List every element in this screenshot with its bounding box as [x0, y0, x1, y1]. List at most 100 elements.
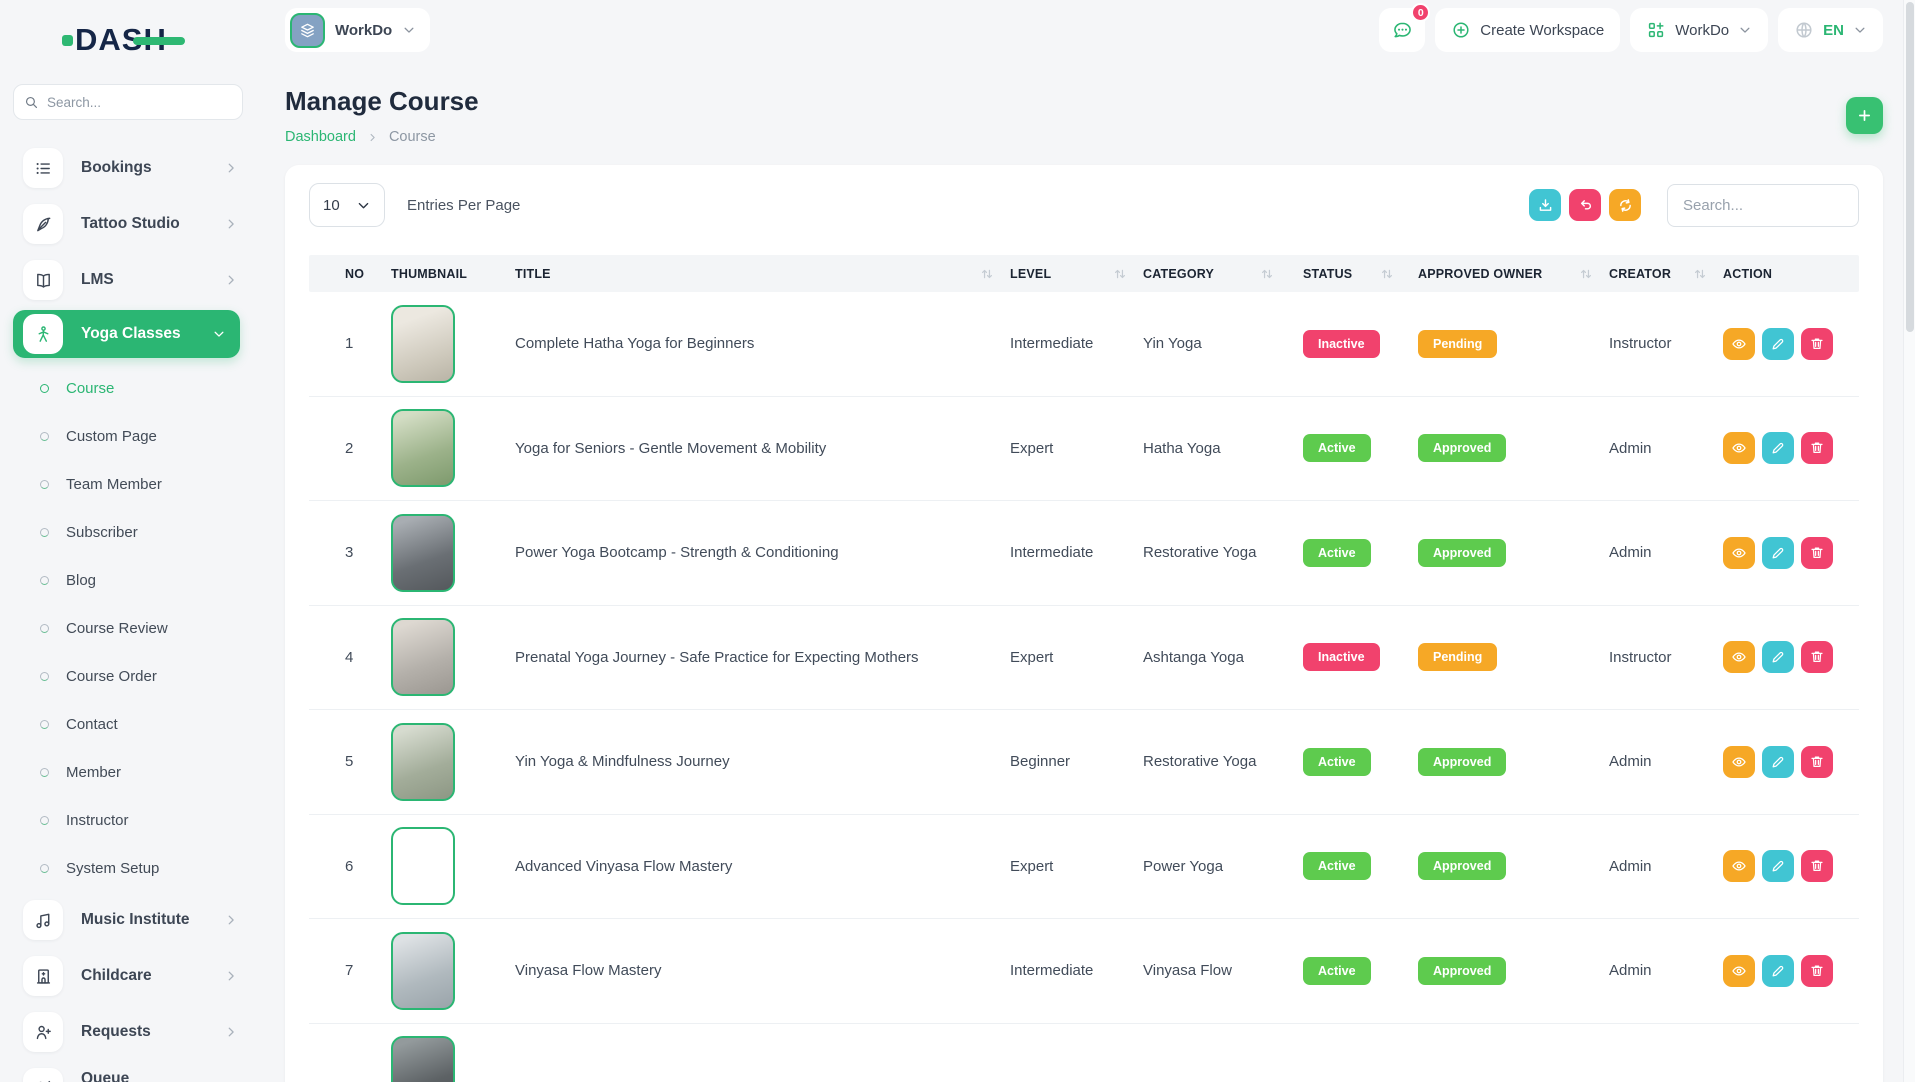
sort-icon[interactable]	[1380, 267, 1394, 281]
column-header-category[interactable]: CATEGORY	[1143, 267, 1290, 281]
sidebar-subitem-custom-page[interactable]: Custom Page	[0, 412, 256, 460]
course-level: Expert	[1010, 649, 1143, 666]
course-thumbnail[interactable]	[391, 723, 455, 801]
course-thumbnail[interactable]	[391, 827, 455, 905]
table-row: 6 Advanced Vinyasa Flow Mastery Expert P…	[309, 815, 1859, 920]
create-workspace-button[interactable]: Create Workspace	[1435, 8, 1620, 52]
delete-button[interactable]	[1801, 641, 1833, 673]
course-thumbnail[interactable]	[391, 1036, 455, 1082]
logo-dash	[133, 37, 185, 45]
course-thumbnail[interactable]	[391, 618, 455, 696]
edit-button[interactable]	[1762, 641, 1794, 673]
bullet-icon	[40, 480, 49, 489]
table-search-input[interactable]	[1667, 184, 1859, 227]
row-number: 1	[309, 335, 391, 352]
pencil-icon	[1770, 545, 1786, 561]
bullet-icon	[40, 384, 49, 393]
course-title: Vinyasa Flow Mastery	[515, 962, 1010, 979]
refresh-icon	[1617, 197, 1634, 214]
edit-button[interactable]	[1762, 746, 1794, 778]
reset-button[interactable]	[1569, 189, 1601, 221]
column-header-thumbnail[interactable]: THUMBNAIL	[391, 267, 515, 281]
column-header-status[interactable]: STATUS	[1290, 267, 1410, 281]
view-button[interactable]	[1723, 746, 1755, 778]
logo-dot	[62, 35, 73, 46]
sidebar-subitem-system-setup[interactable]: System Setup	[0, 844, 256, 892]
sidebar-subitem-subscriber[interactable]: Subscriber	[0, 508, 256, 556]
page-scrollbar[interactable]	[1903, 0, 1915, 1082]
view-button[interactable]	[1723, 432, 1755, 464]
edit-button[interactable]	[1762, 955, 1794, 987]
sidebar-search-input[interactable]	[47, 95, 232, 110]
sidebar-item-tattoo-studio[interactable]: Tattoo Studio	[0, 196, 256, 252]
edit-button[interactable]	[1762, 328, 1794, 360]
sort-icon[interactable]	[1260, 267, 1274, 281]
add-course-button[interactable]	[1846, 97, 1883, 134]
status-badge: Active	[1303, 434, 1371, 462]
scrollbar-thumb[interactable]	[1906, 2, 1914, 332]
sidebar-item-childcare[interactable]: Childcare	[0, 948, 256, 1004]
workspace-selector[interactable]: WorkDo	[285, 8, 430, 52]
brand-logo[interactable]: DASH	[62, 22, 167, 58]
column-header-level[interactable]: LEVEL	[1010, 267, 1143, 281]
course-category: Restorative Yoga	[1143, 753, 1290, 770]
sidebar-item-bookings[interactable]: Bookings	[0, 140, 256, 196]
sidebar-item-requests[interactable]: Requests	[0, 1004, 256, 1060]
sort-icon[interactable]	[1113, 267, 1127, 281]
delete-button[interactable]	[1801, 746, 1833, 778]
course-thumbnail[interactable]	[391, 305, 455, 383]
sidebar-subitem-course-review[interactable]: Course Review	[0, 604, 256, 652]
view-button[interactable]	[1723, 850, 1755, 882]
chevron-right-icon	[224, 217, 238, 231]
sort-icon[interactable]	[980, 267, 994, 281]
breadcrumb-dashboard-link[interactable]: Dashboard	[285, 129, 356, 145]
chevron-right-icon	[224, 913, 238, 927]
course-thumbnail[interactable]	[391, 514, 455, 592]
page-title: Manage Course	[285, 86, 479, 117]
edit-button[interactable]	[1762, 537, 1794, 569]
column-header-approved-owner[interactable]: APPROVED OWNER	[1410, 267, 1609, 281]
course-thumbnail[interactable]	[391, 409, 455, 487]
sidebar-menu: Bookings Tattoo Studio LMS Yoga Classes …	[0, 140, 256, 1082]
sidebar-item-lms[interactable]: LMS	[0, 252, 256, 308]
workdo-apps-button[interactable]: WorkDo	[1630, 8, 1768, 52]
delete-button[interactable]	[1801, 955, 1833, 987]
delete-button[interactable]	[1801, 537, 1833, 569]
view-button[interactable]	[1723, 955, 1755, 987]
view-button[interactable]	[1723, 641, 1755, 673]
edit-button[interactable]	[1762, 850, 1794, 882]
row-number: 7	[309, 962, 391, 979]
sort-icon[interactable]	[1693, 267, 1707, 281]
sort-icon[interactable]	[1579, 267, 1593, 281]
sidebar-subitem-contact[interactable]: Contact	[0, 700, 256, 748]
course-thumbnail[interactable]	[391, 932, 455, 1010]
course-level: Intermediate	[1010, 962, 1143, 979]
sidebar-subitem-course[interactable]: Course	[0, 364, 256, 412]
view-button[interactable]	[1723, 328, 1755, 360]
chevron-right-icon	[224, 969, 238, 983]
view-button[interactable]	[1723, 537, 1755, 569]
entries-per-page-select[interactable]: 10	[309, 183, 385, 227]
sidebar-subitem-team-member[interactable]: Team Member	[0, 460, 256, 508]
sidebar-subitem-instructor[interactable]: Instructor	[0, 796, 256, 844]
edit-button[interactable]	[1762, 432, 1794, 464]
delete-button[interactable]	[1801, 328, 1833, 360]
course-creator: Admin	[1609, 544, 1723, 561]
sidebar-search	[13, 84, 243, 120]
messages-button[interactable]: 0	[1379, 8, 1425, 52]
sidebar-item-music-institute[interactable]: Music Institute	[0, 892, 256, 948]
sidebar-subitem-member[interactable]: Member	[0, 748, 256, 796]
refresh-button[interactable]	[1609, 189, 1641, 221]
bullet-icon	[40, 816, 49, 825]
sidebar-subitem-blog[interactable]: Blog	[0, 556, 256, 604]
export-button[interactable]	[1529, 189, 1561, 221]
column-header-no[interactable]: NO	[309, 267, 391, 281]
column-header-creator[interactable]: CREATOR	[1609, 267, 1723, 281]
language-selector[interactable]: EN	[1778, 8, 1883, 52]
sidebar-subitem-course-order[interactable]: Course Order	[0, 652, 256, 700]
sidebar-item-yoga-classes[interactable]: Yoga Classes	[13, 310, 240, 358]
delete-button[interactable]	[1801, 432, 1833, 464]
column-header-title[interactable]: TITLE	[515, 267, 1010, 281]
delete-button[interactable]	[1801, 850, 1833, 882]
sidebar-item-queue-management[interactable]: Queue Management	[0, 1060, 256, 1082]
